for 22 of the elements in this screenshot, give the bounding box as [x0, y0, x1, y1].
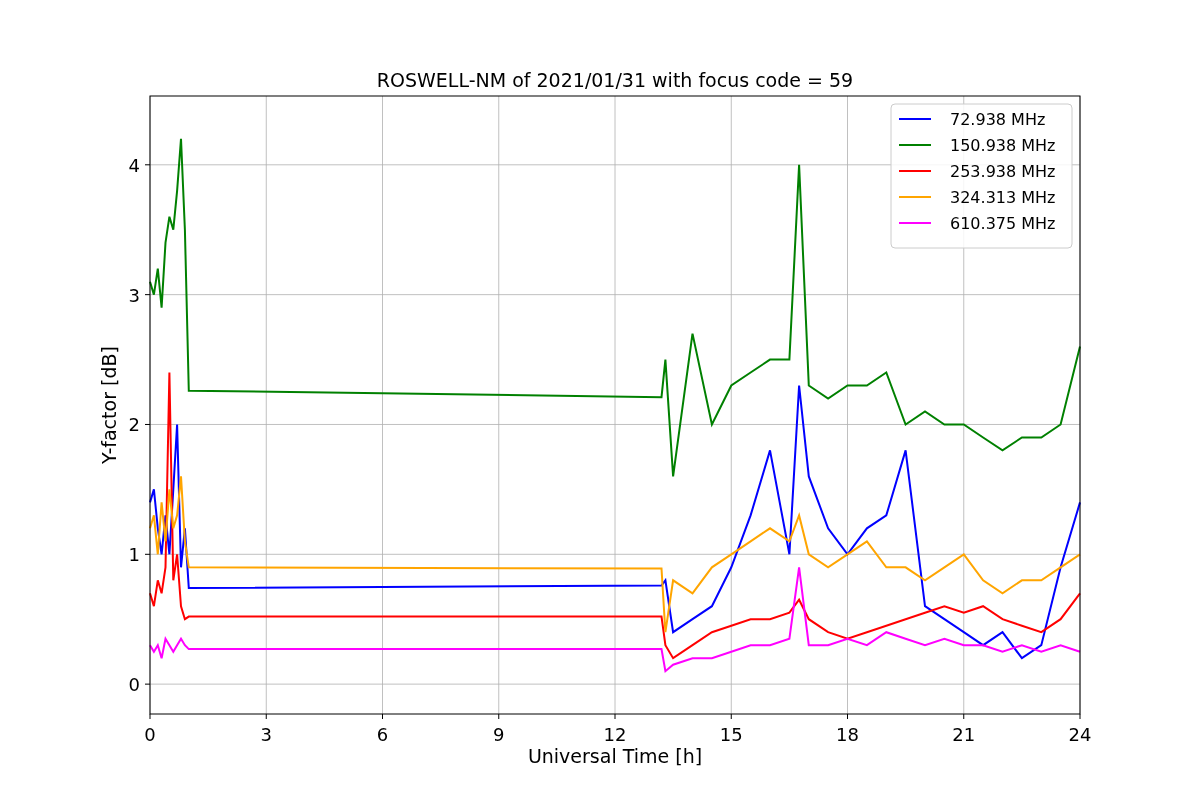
tick-label: 2 — [128, 414, 140, 436]
tick-label: 1 — [128, 544, 140, 566]
tick-label: 15 — [719, 724, 743, 745]
tick-label: 12 — [603, 724, 627, 745]
legend-label: 72.938 MHz — [950, 110, 1046, 129]
legend-label: 610.375 MHz — [950, 214, 1056, 233]
legend-label: 324.313 MHz — [950, 188, 1056, 207]
tick-label: 24 — [1068, 724, 1092, 745]
axis-label: Universal Time [h] — [527, 745, 703, 767]
tick-label: 0 — [144, 724, 156, 745]
legend-label: 150.938 MHz — [950, 136, 1056, 155]
tick-label: 6 — [376, 724, 389, 745]
tick-label: 3 — [128, 284, 140, 306]
legend-label: 253.938 MHz — [950, 162, 1056, 181]
chart-title: ROSWELL-NM of 2021/01/31 with focus code = 59 — [376, 69, 854, 91]
tick-label: 18 — [836, 724, 859, 745]
tick-label: 3 — [260, 724, 272, 745]
tick-label: 9 — [493, 724, 505, 745]
tick-label: 4 — [128, 154, 140, 176]
tick-label: 21 — [952, 724, 976, 745]
axis-label: Y-factor [dB] — [98, 346, 120, 464]
tick-label: 0 — [128, 674, 140, 696]
